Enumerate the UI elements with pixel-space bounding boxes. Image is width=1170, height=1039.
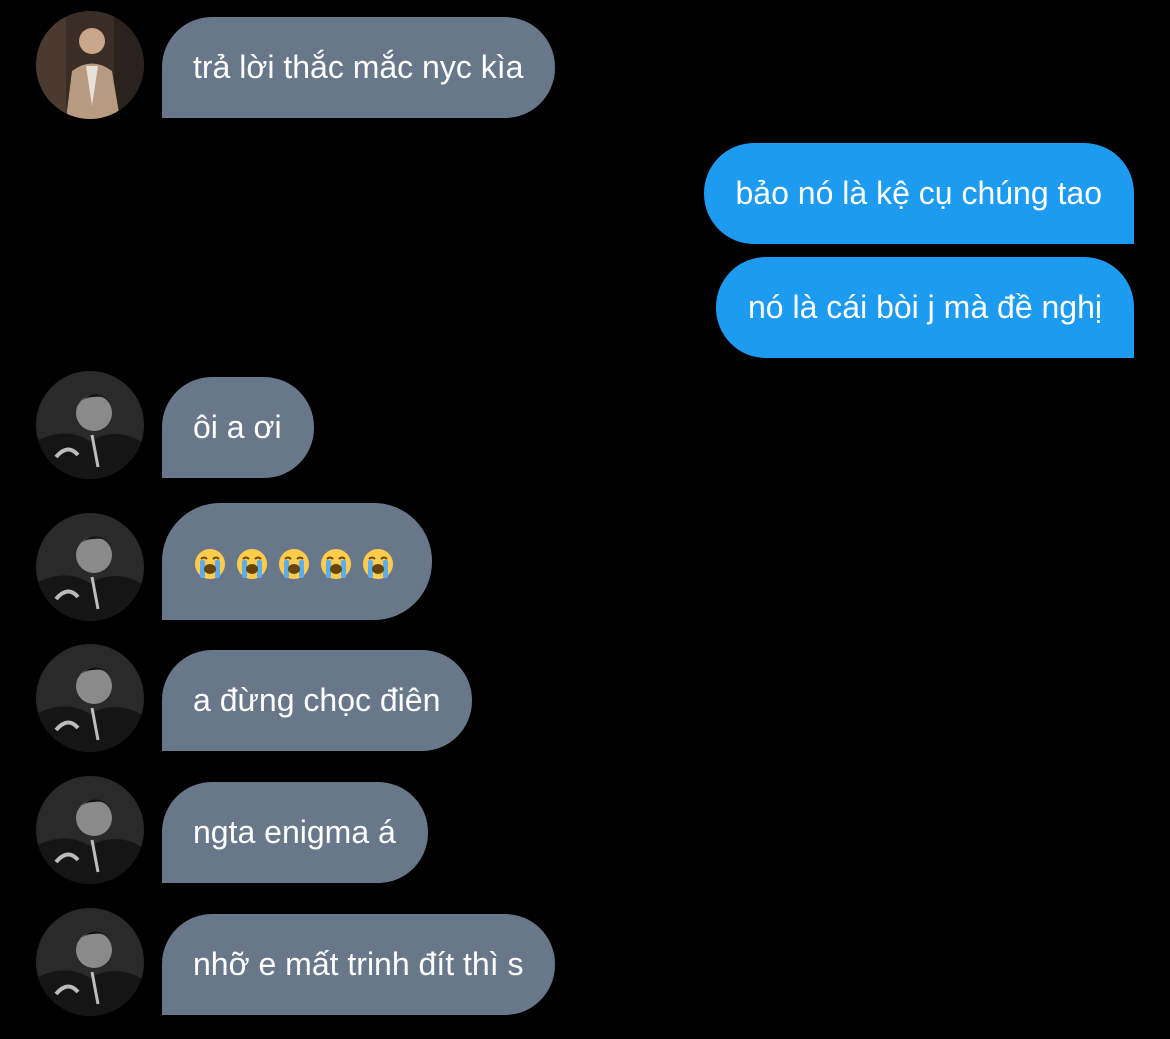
avatar[interactable]: [36, 776, 144, 884]
message-bubble[interactable]: bảo nó là kệ cụ chúng tao: [703, 143, 1134, 244]
loudly-crying-face-icon: [363, 548, 393, 579]
message-incoming: ôi a ơi: [0, 371, 1170, 479]
message-bubble[interactable]: a đừng chọc điên: [162, 650, 473, 751]
message-incoming: trả lời thắc mắc nyc kìa: [0, 11, 1170, 119]
message-bubble[interactable]: ngta enigma á: [162, 782, 428, 883]
message-bubble[interactable]: [162, 503, 432, 620]
loudly-crying-face-icon: [279, 548, 309, 579]
message-text: ngta enigma á: [193, 814, 396, 850]
avatar[interactable]: [36, 371, 144, 479]
message-incoming: a đừng chọc điên: [0, 644, 1170, 752]
message-outgoing: bảo nó là kệ cụ chúng tao: [0, 143, 1170, 244]
message-text: ôi a ơi: [193, 409, 282, 445]
avatar-photo-icon: [36, 513, 144, 621]
avatar[interactable]: [36, 11, 144, 119]
avatar-photo-icon: [36, 11, 144, 119]
loudly-crying-face-icon: [321, 548, 351, 579]
avatar-photo-icon: [36, 644, 144, 752]
avatar[interactable]: [36, 513, 144, 621]
message-text: a đừng chọc điên: [193, 682, 441, 718]
loudly-crying-face-icon: [237, 548, 267, 579]
avatar-photo-icon: [36, 908, 144, 1016]
emoji-group: [193, 547, 395, 581]
message-bubble[interactable]: nhỡ e mất trinh đít thì s: [162, 914, 556, 1015]
message-outgoing: nó là cái bòi j mà đề nghị: [0, 257, 1170, 358]
message-incoming: nhỡ e mất trinh đít thì s: [0, 908, 1170, 1016]
message-bubble[interactable]: ôi a ơi: [162, 377, 314, 478]
avatar-photo-icon: [36, 371, 144, 479]
message-text: bảo nó là kệ cụ chúng tao: [735, 175, 1103, 211]
message-bubble[interactable]: nó là cái bòi j mà đề nghị: [716, 257, 1134, 358]
message-incoming: [0, 503, 1170, 621]
avatar[interactable]: [36, 644, 144, 752]
message-text: nó là cái bòi j mà đề nghị: [748, 289, 1102, 325]
avatar-photo-icon: [36, 776, 144, 884]
loudly-crying-face-icon: [195, 548, 225, 579]
message-bubble[interactable]: trả lời thắc mắc nyc kìa: [162, 17, 556, 118]
message-text: nhỡ e mất trinh đít thì s: [193, 946, 524, 982]
avatar[interactable]: [36, 908, 144, 1016]
message-incoming: ngta enigma á: [0, 776, 1170, 884]
message-text: trả lời thắc mắc nyc kìa: [193, 49, 524, 85]
